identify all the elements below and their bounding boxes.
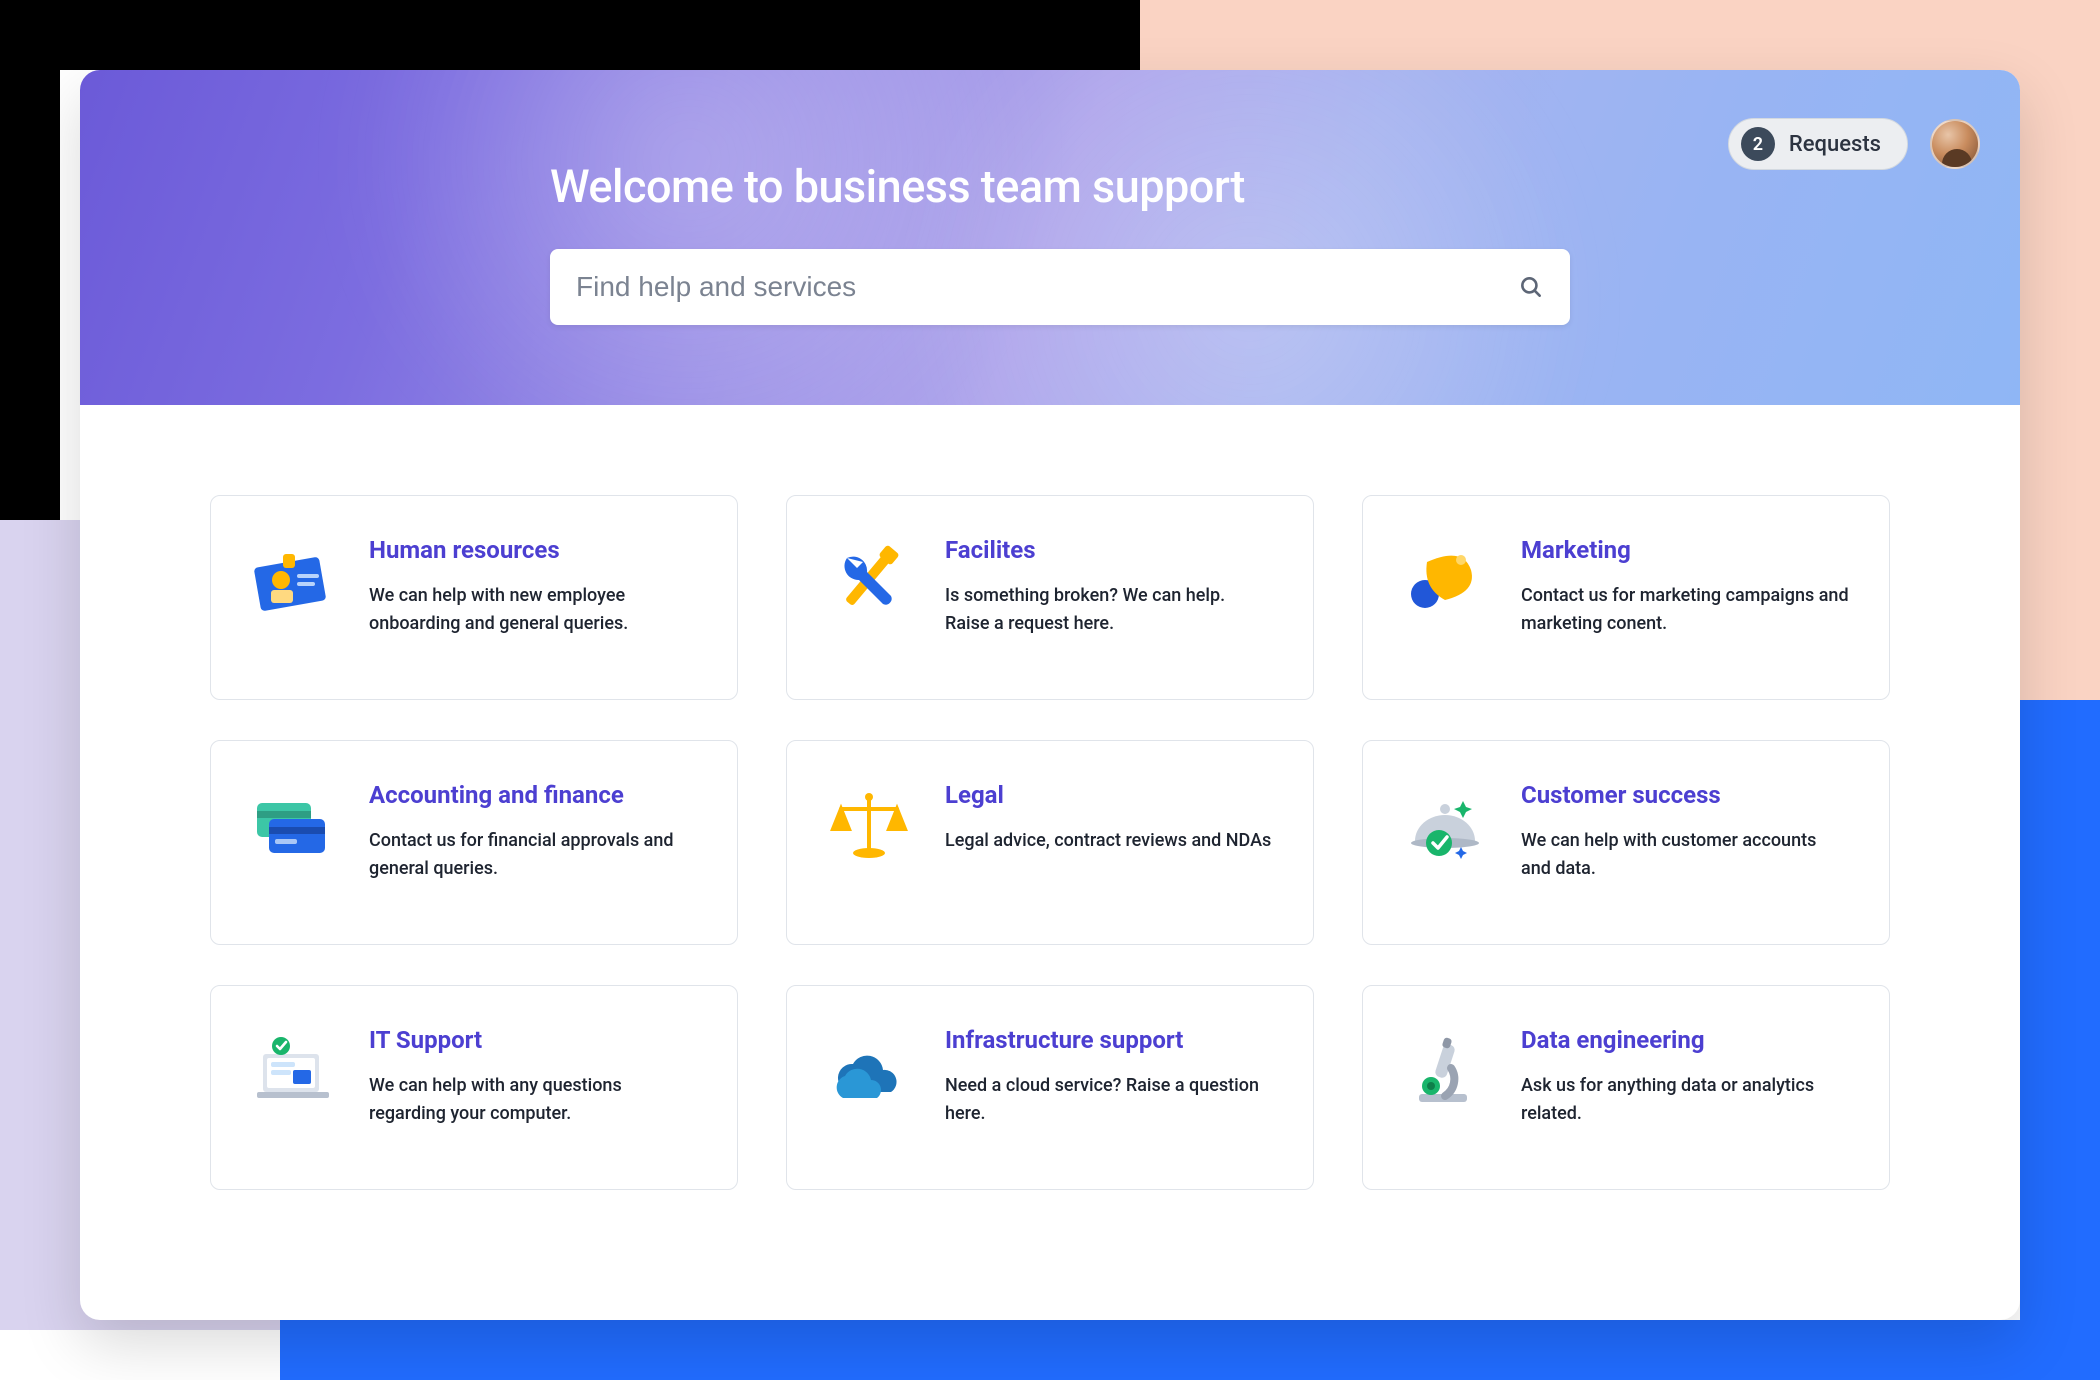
portal-container: 2 Requests Welcome to business team supp… — [80, 70, 2020, 1320]
card-desc: Legal advice, contract reviews and NDAs — [945, 827, 1273, 855]
cloche-check-icon — [1403, 785, 1487, 869]
card-desc: We can help with any questions regarding… — [369, 1072, 697, 1128]
requests-count-badge: 2 — [1741, 127, 1775, 161]
card-title: Accounting and finance — [369, 781, 697, 809]
card-customer-success[interactable]: Customer success We can help with custom… — [1362, 740, 1890, 945]
card-desc: We can help with customer accounts and d… — [1521, 827, 1849, 883]
card-marketing[interactable]: Marketing Contact us for marketing campa… — [1362, 495, 1890, 700]
card-infrastructure-support[interactable]: Infrastructure support Need a cloud serv… — [786, 985, 1314, 1190]
laptop-check-icon — [251, 1030, 335, 1114]
credit-cards-icon — [251, 785, 335, 869]
card-desc: Ask us for anything data or analytics re… — [1521, 1072, 1849, 1128]
search-input[interactable] — [576, 271, 1518, 303]
scales-icon — [827, 785, 911, 869]
search-icon — [1518, 274, 1544, 300]
card-data-engineering[interactable]: Data engineering Ask us for anything dat… — [1362, 985, 1890, 1190]
megaphone-icon — [1403, 540, 1487, 624]
card-desc: Is something broken? We can help. Raise … — [945, 582, 1273, 638]
requests-label: Requests — [1789, 132, 1881, 157]
card-title: Facilites — [945, 536, 1273, 564]
card-title: Data engineering — [1521, 1026, 1849, 1054]
card-desc: We can help with new employee onboarding… — [369, 582, 697, 638]
cloud-icon — [827, 1030, 911, 1114]
requests-button[interactable]: 2 Requests — [1728, 118, 1908, 170]
card-title: IT Support — [369, 1026, 697, 1054]
card-human-resources[interactable]: Human resources We can help with new emp… — [210, 495, 738, 700]
card-title: Human resources — [369, 536, 697, 564]
user-avatar[interactable] — [1930, 119, 1980, 169]
hero-banner: 2 Requests Welcome to business team supp… — [80, 70, 2020, 405]
microscope-icon — [1403, 1030, 1487, 1114]
card-title: Infrastructure support — [945, 1026, 1273, 1054]
category-grid: Human resources We can help with new emp… — [80, 405, 2020, 1250]
card-legal[interactable]: Legal Legal advice, contract reviews and… — [786, 740, 1314, 945]
card-facilities[interactable]: Facilites Is something broken? We can he… — [786, 495, 1314, 700]
tools-icon — [827, 540, 911, 624]
card-desc: Contact us for marketing campaigns and m… — [1521, 582, 1849, 638]
search-bar[interactable] — [550, 249, 1570, 325]
card-title: Marketing — [1521, 536, 1849, 564]
card-title: Legal — [945, 781, 1273, 809]
card-title: Customer success — [1521, 781, 1849, 809]
card-it-support[interactable]: IT Support We can help with any question… — [210, 985, 738, 1190]
card-desc: Need a cloud service? Raise a question h… — [945, 1072, 1273, 1128]
card-accounting-finance[interactable]: Accounting and finance Contact us for fi… — [210, 740, 738, 945]
card-desc: Contact us for financial approvals and g… — [369, 827, 697, 883]
id-badge-icon — [251, 540, 335, 624]
